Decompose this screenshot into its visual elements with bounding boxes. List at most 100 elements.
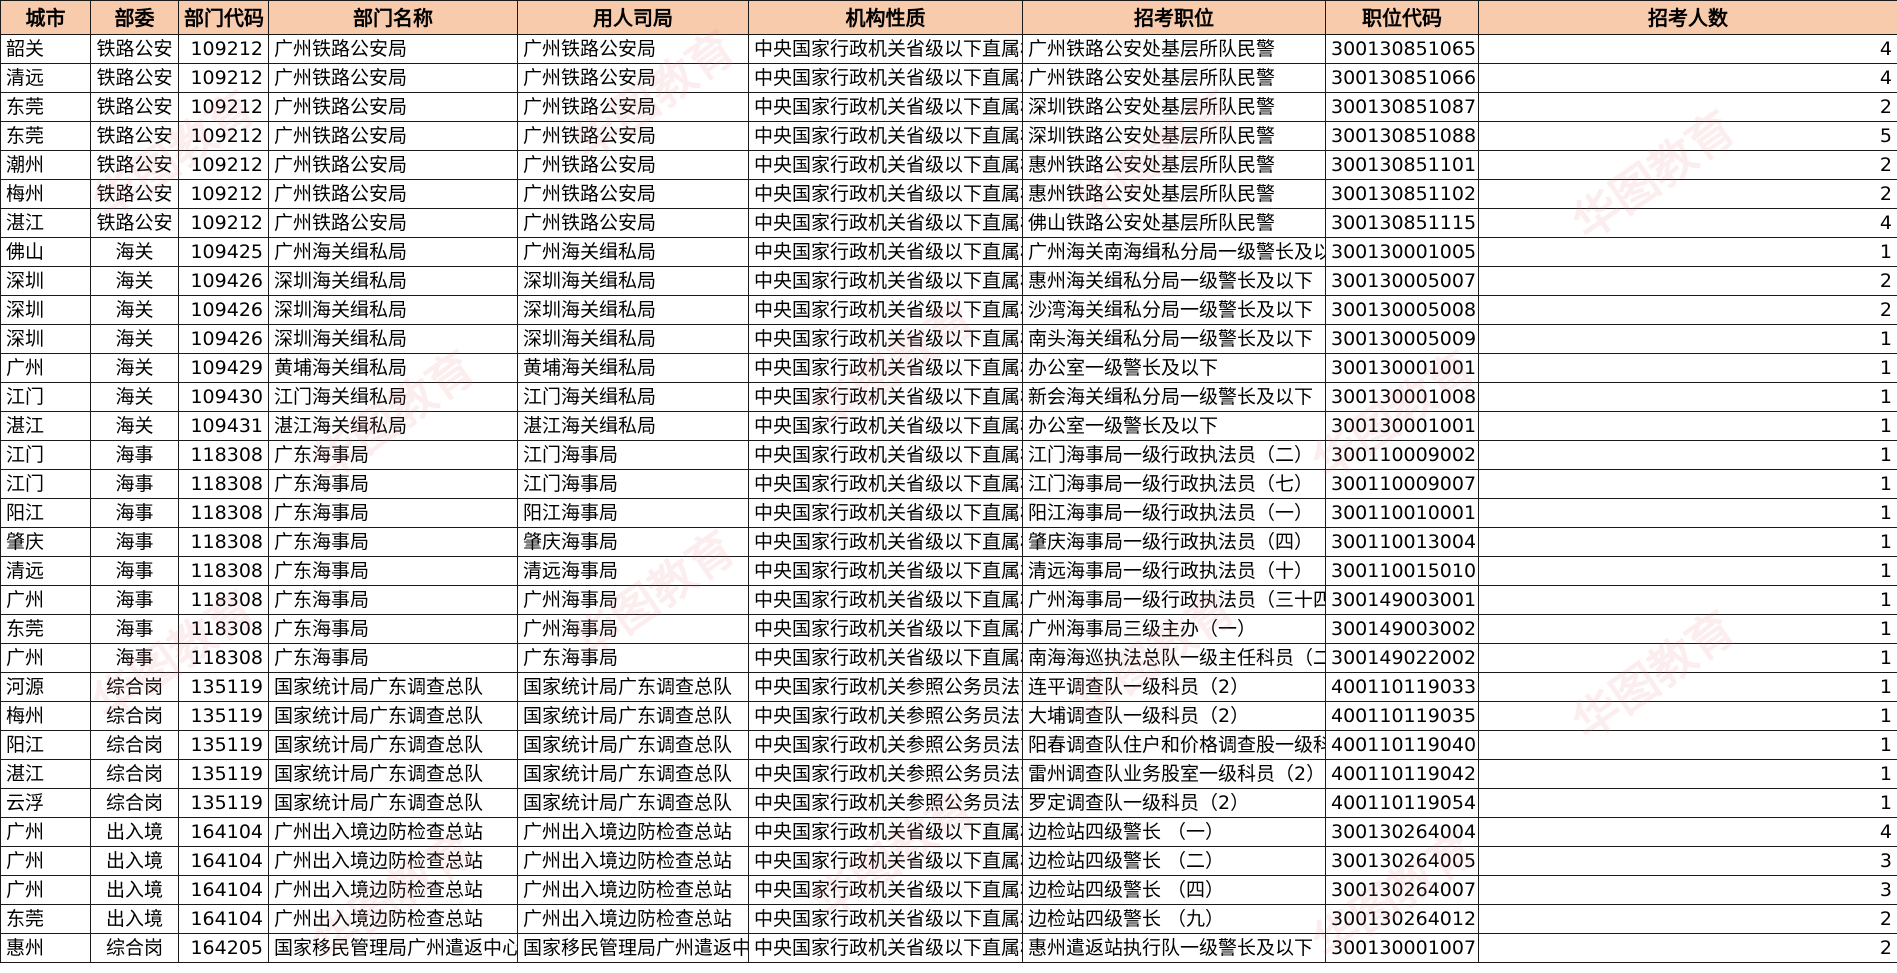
cell-dept-name: 广州铁路公安局 — [269, 93, 518, 122]
cell-position-code: 300149022002 — [1326, 644, 1479, 673]
cell-position: 广州海事局三级主办（一） — [1023, 615, 1326, 644]
cell-position-code: 300110010001 — [1326, 499, 1479, 528]
cell-position-code: 300130851101 — [1326, 151, 1479, 180]
cell-headcount: 1 — [1479, 325, 1897, 354]
cell-ministry: 综合岗 — [91, 760, 179, 789]
cell-headcount: 4 — [1479, 64, 1897, 93]
cell-ministry: 海关 — [91, 354, 179, 383]
header-ministry: 部委 — [91, 1, 179, 35]
cell-dept-code: 109212 — [179, 35, 269, 64]
cell-dept-name: 深圳海关缉私局 — [269, 296, 518, 325]
cell-hiring-bureau: 国家统计局广东调查总队 — [518, 673, 749, 702]
cell-ministry: 铁路公安 — [91, 35, 179, 64]
cell-position: 连平调查队一级科员（2） — [1023, 673, 1326, 702]
cell-headcount: 1 — [1479, 528, 1897, 557]
cell-position-code: 300130264007 — [1326, 876, 1479, 905]
cell-dept-name: 国家统计局广东调查总队 — [269, 673, 518, 702]
cell-position-code: 300130001001 — [1326, 412, 1479, 441]
cell-position: 罗定调查队一级科员（2） — [1023, 789, 1326, 818]
cell-city: 东莞 — [1, 905, 91, 934]
header-row: 城市部委部门代码部门名称用人司局机构性质招考职位职位代码招考人数 — [1, 1, 1897, 35]
cell-city: 深圳 — [1, 267, 91, 296]
cell-position: 南海海巡执法总队一级主任科员（二） — [1023, 644, 1326, 673]
cell-dept-code: 109212 — [179, 151, 269, 180]
cell-ministry: 铁路公安 — [91, 122, 179, 151]
cell-headcount: 2 — [1479, 267, 1897, 296]
cell-hiring-bureau: 深圳海关缉私局 — [518, 296, 749, 325]
cell-position-code: 300130001001 — [1326, 354, 1479, 383]
cell-headcount: 1 — [1479, 354, 1897, 383]
cell-headcount: 2 — [1479, 93, 1897, 122]
cell-position-code: 300110015010 — [1326, 557, 1479, 586]
cell-ministry: 综合岗 — [91, 934, 179, 963]
cell-dept-name: 国家统计局广东调查总队 — [269, 760, 518, 789]
cell-org-type: 中央国家行政机关省级以下直属机构 — [749, 122, 1023, 151]
cell-dept-name: 国家统计局广东调查总队 — [269, 789, 518, 818]
table-row: 潮州铁路公安109212广州铁路公安局广州铁路公安局中央国家行政机关省级以下直属… — [1, 151, 1897, 180]
cell-dept-code: 135119 — [179, 789, 269, 818]
cell-ministry: 铁路公安 — [91, 209, 179, 238]
cell-ministry: 铁路公安 — [91, 93, 179, 122]
cell-position: 办公室一级警长及以下 — [1023, 412, 1326, 441]
cell-position-code: 300130005008 — [1326, 296, 1479, 325]
cell-headcount: 2 — [1479, 180, 1897, 209]
table-row: 广州出入境164104广州出入境边防检查总站广州出入境边防检查总站中央国家行政机… — [1, 847, 1897, 876]
cell-position-code: 300110009002 — [1326, 441, 1479, 470]
cell-dept-code: 164205 — [179, 934, 269, 963]
cell-position: 边检站四级警长 （四） — [1023, 876, 1326, 905]
cell-position: 深圳铁路公安处基层所队民警 — [1023, 122, 1326, 151]
cell-ministry: 海关 — [91, 267, 179, 296]
cell-position: 边检站四级警长 （一） — [1023, 818, 1326, 847]
cell-headcount: 2 — [1479, 296, 1897, 325]
cell-org-type: 中央国家行政机关省级以下直属机构 — [749, 209, 1023, 238]
cell-position-code: 400110119040 — [1326, 731, 1479, 760]
cell-position-code: 300149003001 — [1326, 586, 1479, 615]
cell-city: 广州 — [1, 586, 91, 615]
table-row: 深圳海关109426深圳海关缉私局深圳海关缉私局中央国家行政机关省级以下直属机构… — [1, 267, 1897, 296]
cell-ministry: 综合岗 — [91, 731, 179, 760]
header-position: 招考职位 — [1023, 1, 1326, 35]
cell-org-type: 中央国家行政机关省级以下直属机构 — [749, 528, 1023, 557]
cell-dept-name: 广东海事局 — [269, 441, 518, 470]
cell-position: 大埔调查队一级科员（2） — [1023, 702, 1326, 731]
cell-ministry: 海事 — [91, 644, 179, 673]
cell-ministry: 海关 — [91, 238, 179, 267]
table-row: 江门海事118308广东海事局江门海事局中央国家行政机关省级以下直属机构江门海事… — [1, 441, 1897, 470]
cell-dept-name: 黄埔海关缉私局 — [269, 354, 518, 383]
cell-org-type: 中央国家行政机关省级以下直属机构 — [749, 267, 1023, 296]
cell-ministry: 海事 — [91, 586, 179, 615]
cell-hiring-bureau: 广州海事局 — [518, 586, 749, 615]
cell-city: 梅州 — [1, 180, 91, 209]
cell-position: 江门海事局一级行政执法员（二） — [1023, 441, 1326, 470]
cell-dept-code: 164104 — [179, 847, 269, 876]
cell-org-type: 中央国家行政机关省级以下直属机构 — [749, 93, 1023, 122]
cell-dept-code: 109212 — [179, 64, 269, 93]
cell-hiring-bureau: 湛江海关缉私局 — [518, 412, 749, 441]
cell-hiring-bureau: 深圳海关缉私局 — [518, 325, 749, 354]
table-row: 河源综合岗135119国家统计局广东调查总队国家统计局广东调查总队中央国家行政机… — [1, 673, 1897, 702]
cell-position: 江门海事局一级行政执法员（七） — [1023, 470, 1326, 499]
cell-position-code: 300130851115 — [1326, 209, 1479, 238]
cell-dept-name: 广州铁路公安局 — [269, 209, 518, 238]
recruitment-table: 城市部委部门代码部门名称用人司局机构性质招考职位职位代码招考人数 韶关铁路公安1… — [0, 0, 1897, 963]
cell-ministry: 海事 — [91, 615, 179, 644]
cell-dept-code: 135119 — [179, 731, 269, 760]
header-org-type: 机构性质 — [749, 1, 1023, 35]
cell-org-type: 中央国家行政机关参照公务员法管理事业单位 — [749, 673, 1023, 702]
cell-hiring-bureau: 江门海关缉私局 — [518, 383, 749, 412]
table-row: 湛江综合岗135119国家统计局广东调查总队国家统计局广东调查总队中央国家行政机… — [1, 760, 1897, 789]
cell-hiring-bureau: 广州铁路公安局 — [518, 122, 749, 151]
cell-dept-code: 118308 — [179, 499, 269, 528]
cell-city: 广州 — [1, 644, 91, 673]
cell-headcount: 1 — [1479, 499, 1897, 528]
cell-city: 云浮 — [1, 789, 91, 818]
cell-headcount: 2 — [1479, 151, 1897, 180]
table-header: 城市部委部门代码部门名称用人司局机构性质招考职位职位代码招考人数 — [1, 1, 1897, 35]
cell-dept-code: 135119 — [179, 760, 269, 789]
cell-dept-code: 135119 — [179, 702, 269, 731]
cell-hiring-bureau: 江门海事局 — [518, 441, 749, 470]
table-row: 深圳海关109426深圳海关缉私局深圳海关缉私局中央国家行政机关省级以下直属机构… — [1, 325, 1897, 354]
cell-org-type: 中央国家行政机关参照公务员法管理事业单位 — [749, 702, 1023, 731]
cell-headcount: 1 — [1479, 557, 1897, 586]
cell-dept-name: 广东海事局 — [269, 557, 518, 586]
